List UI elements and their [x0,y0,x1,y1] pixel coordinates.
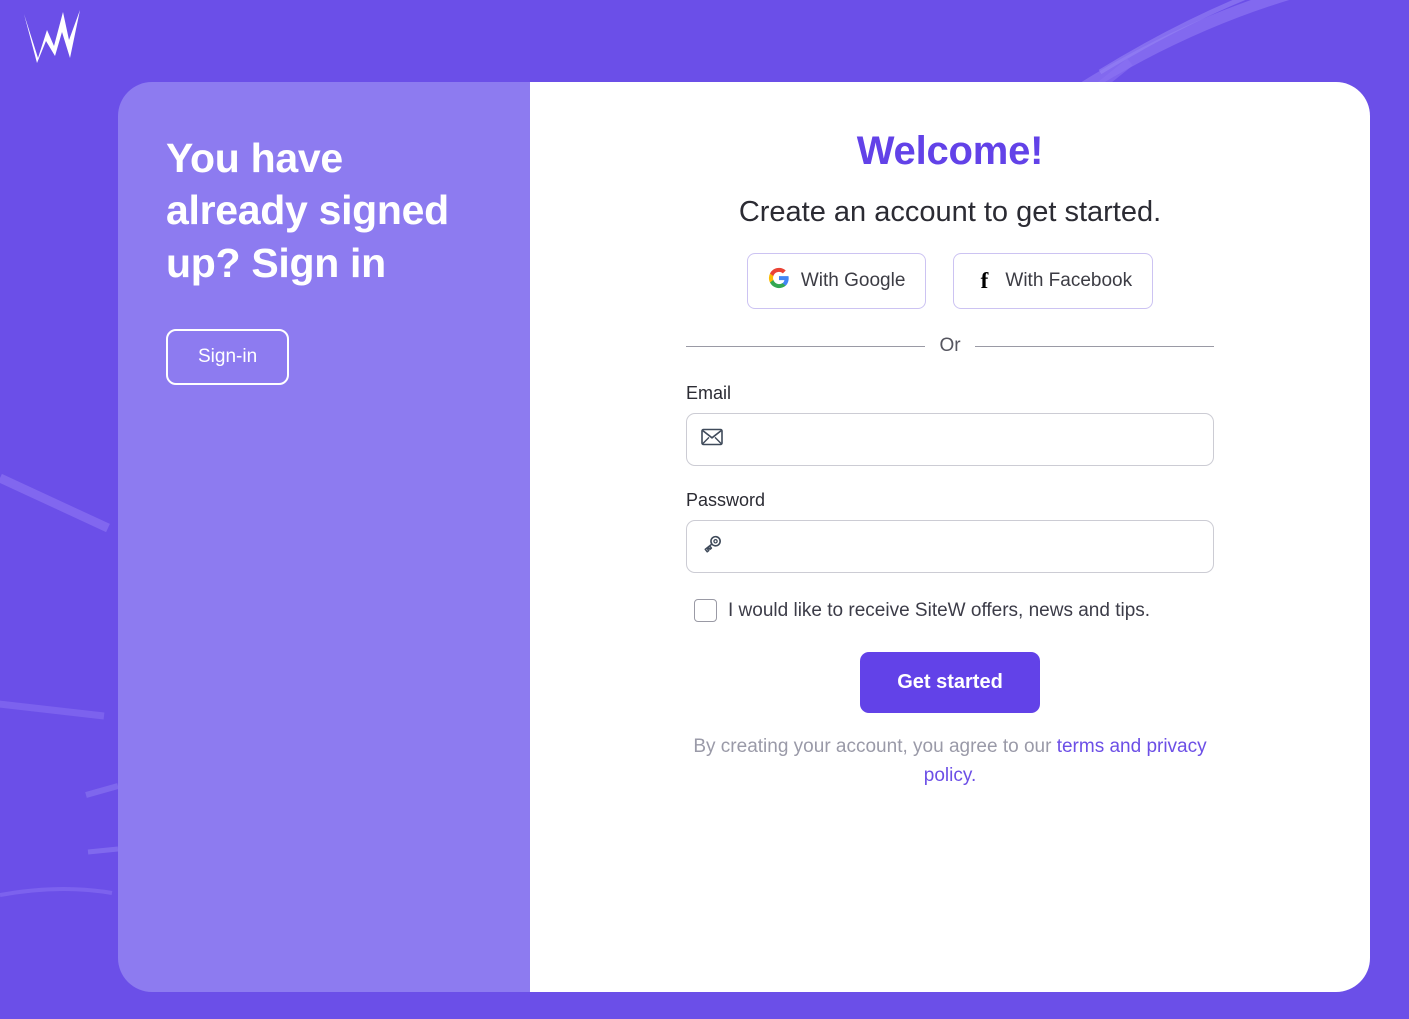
terms-prefix: By creating your account, you agree to o… [693,736,1057,757]
password-input[interactable] [733,536,1199,557]
signup-form-panel: Welcome! Create an account to get starte… [530,82,1370,992]
page-subtitle: Create an account to get started. [738,196,1162,228]
signin-promo-heading: You have already signed up? Sign in [166,135,449,286]
google-signup-button[interactable]: With Google [746,253,927,309]
google-signup-label: With Google [800,270,906,291]
signup-form: Email Password I would like to receive S… [686,383,1214,713]
password-field-box[interactable] [686,520,1214,573]
newsletter-label: I would like to receive SiteW offers, ne… [728,599,1151,621]
page-title: Welcome! [856,129,1044,173]
newsletter-optin-row[interactable]: I would like to receive SiteW offers, ne… [686,599,1214,622]
facebook-signup-label: With Facebook [1005,270,1133,291]
newsletter-checkbox[interactable] [694,599,717,622]
signin-promo-panel: You have already signed up? Sign in Sign… [118,82,530,992]
terms-disclaimer: By creating your account, you agree to o… [690,733,1210,790]
google-g-svg [768,267,789,289]
key-icon [701,534,723,559]
email-field-box[interactable] [686,413,1214,466]
key-svg [704,535,721,553]
social-login-row: With Google f With Facebook [746,253,1154,309]
get-started-button[interactable]: Get started [860,652,1040,713]
divider-line-left [686,345,926,347]
sitew-w-logo-icon[interactable] [22,8,84,66]
email-label: Email [686,383,732,403]
facebook-f-icon: f [980,268,989,293]
terms-suffix: . [970,764,977,786]
divider-label: Or [939,335,961,356]
password-label: Password [686,490,766,510]
divider-line-right [974,345,1215,347]
logo-svg [24,10,80,63]
auth-card: You have already signed up? Sign in Sign… [118,82,1370,992]
or-divider: Or [686,335,1215,357]
email-input[interactable] [733,429,1199,450]
submit-row: Get started [686,652,1214,713]
envelope-icon [701,428,723,451]
envelope-svg [701,428,723,446]
facebook-signup-button[interactable]: f With Facebook [953,253,1154,309]
google-g-icon [768,267,790,295]
sign-in-button[interactable]: Sign-in [166,329,290,386]
